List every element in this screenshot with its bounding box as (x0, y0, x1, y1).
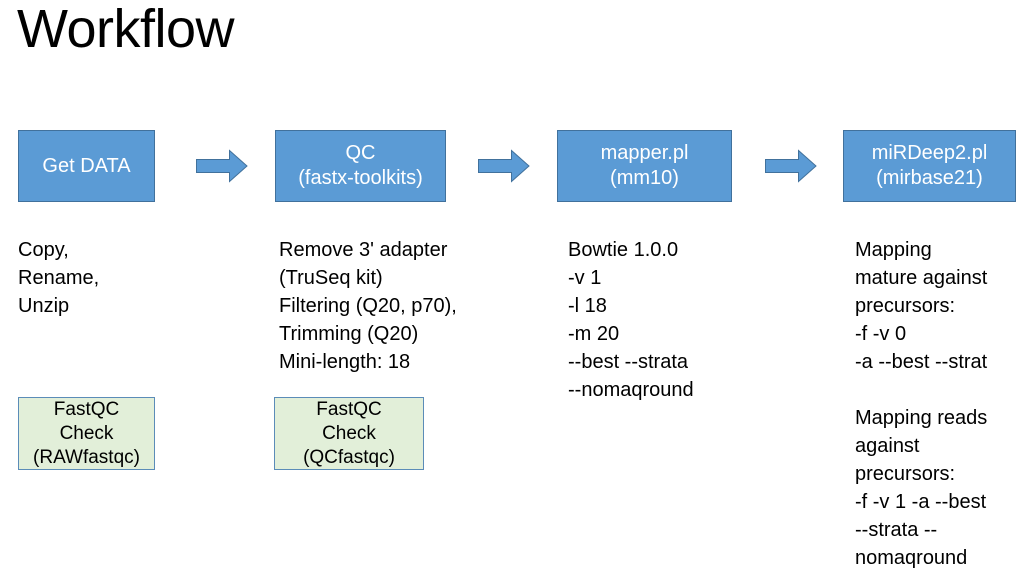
stage-title-line2: (mirbase21) (876, 167, 983, 189)
stage-title-line1: miRDeep2.pl (871, 142, 988, 164)
arrow-right-icon-2 (478, 149, 530, 183)
stage-title-line1: QC (345, 142, 376, 164)
check-box-line1: FastQC (316, 398, 382, 420)
arrow-right-icon-3 (765, 149, 817, 183)
stage-title-line2: (mm10) (610, 167, 679, 189)
check-box-rawfastqc[interactable]: FastQC Check (RAWfastqc) (18, 397, 155, 470)
check-box-line1: FastQC (53, 398, 120, 420)
check-box-line2: Check (322, 422, 376, 444)
check-box-line3: (RAWfastqc) (33, 446, 140, 468)
arrow-right-icon-1 (196, 149, 248, 183)
stage-details-mirdeep2-mature: Mapping mature against precursors: -f -v… (855, 239, 988, 373)
check-box-qcfastqc[interactable]: FastQC Check (QCfastqc) (274, 397, 424, 470)
check-box-line2: Check (59, 422, 114, 444)
stage-title-line1: Get DATA (42, 154, 131, 177)
page-title: Workflow (17, 0, 235, 59)
stage-box-mapper[interactable]: mapper.pl (mm10) (557, 130, 732, 202)
check-box-line3: (QCfastqc) (303, 446, 395, 468)
stage-title-line1: mapper.pl (600, 142, 689, 164)
stage-details-qc: Remove 3' adapter (TruSeq kit) Filtering… (279, 239, 457, 373)
stage-details-mirdeep2-reads: Mapping reads against precursors: -f -v … (855, 407, 988, 569)
stage-title-line2: (fastx-toolkits) (298, 167, 423, 189)
stage-box-get-data[interactable]: Get DATA (18, 130, 155, 202)
stage-details-get-data: Copy, Rename, Unzip (18, 239, 100, 317)
stage-box-qc[interactable]: QC (fastx-toolkits) (275, 130, 446, 202)
stage-box-mirdeep2[interactable]: miRDeep2.pl (mirbase21) (843, 130, 1016, 202)
stage-details-mapper: Bowtie 1.0.0 -v 1 -l 18 -m 20 --best --s… (568, 239, 694, 401)
